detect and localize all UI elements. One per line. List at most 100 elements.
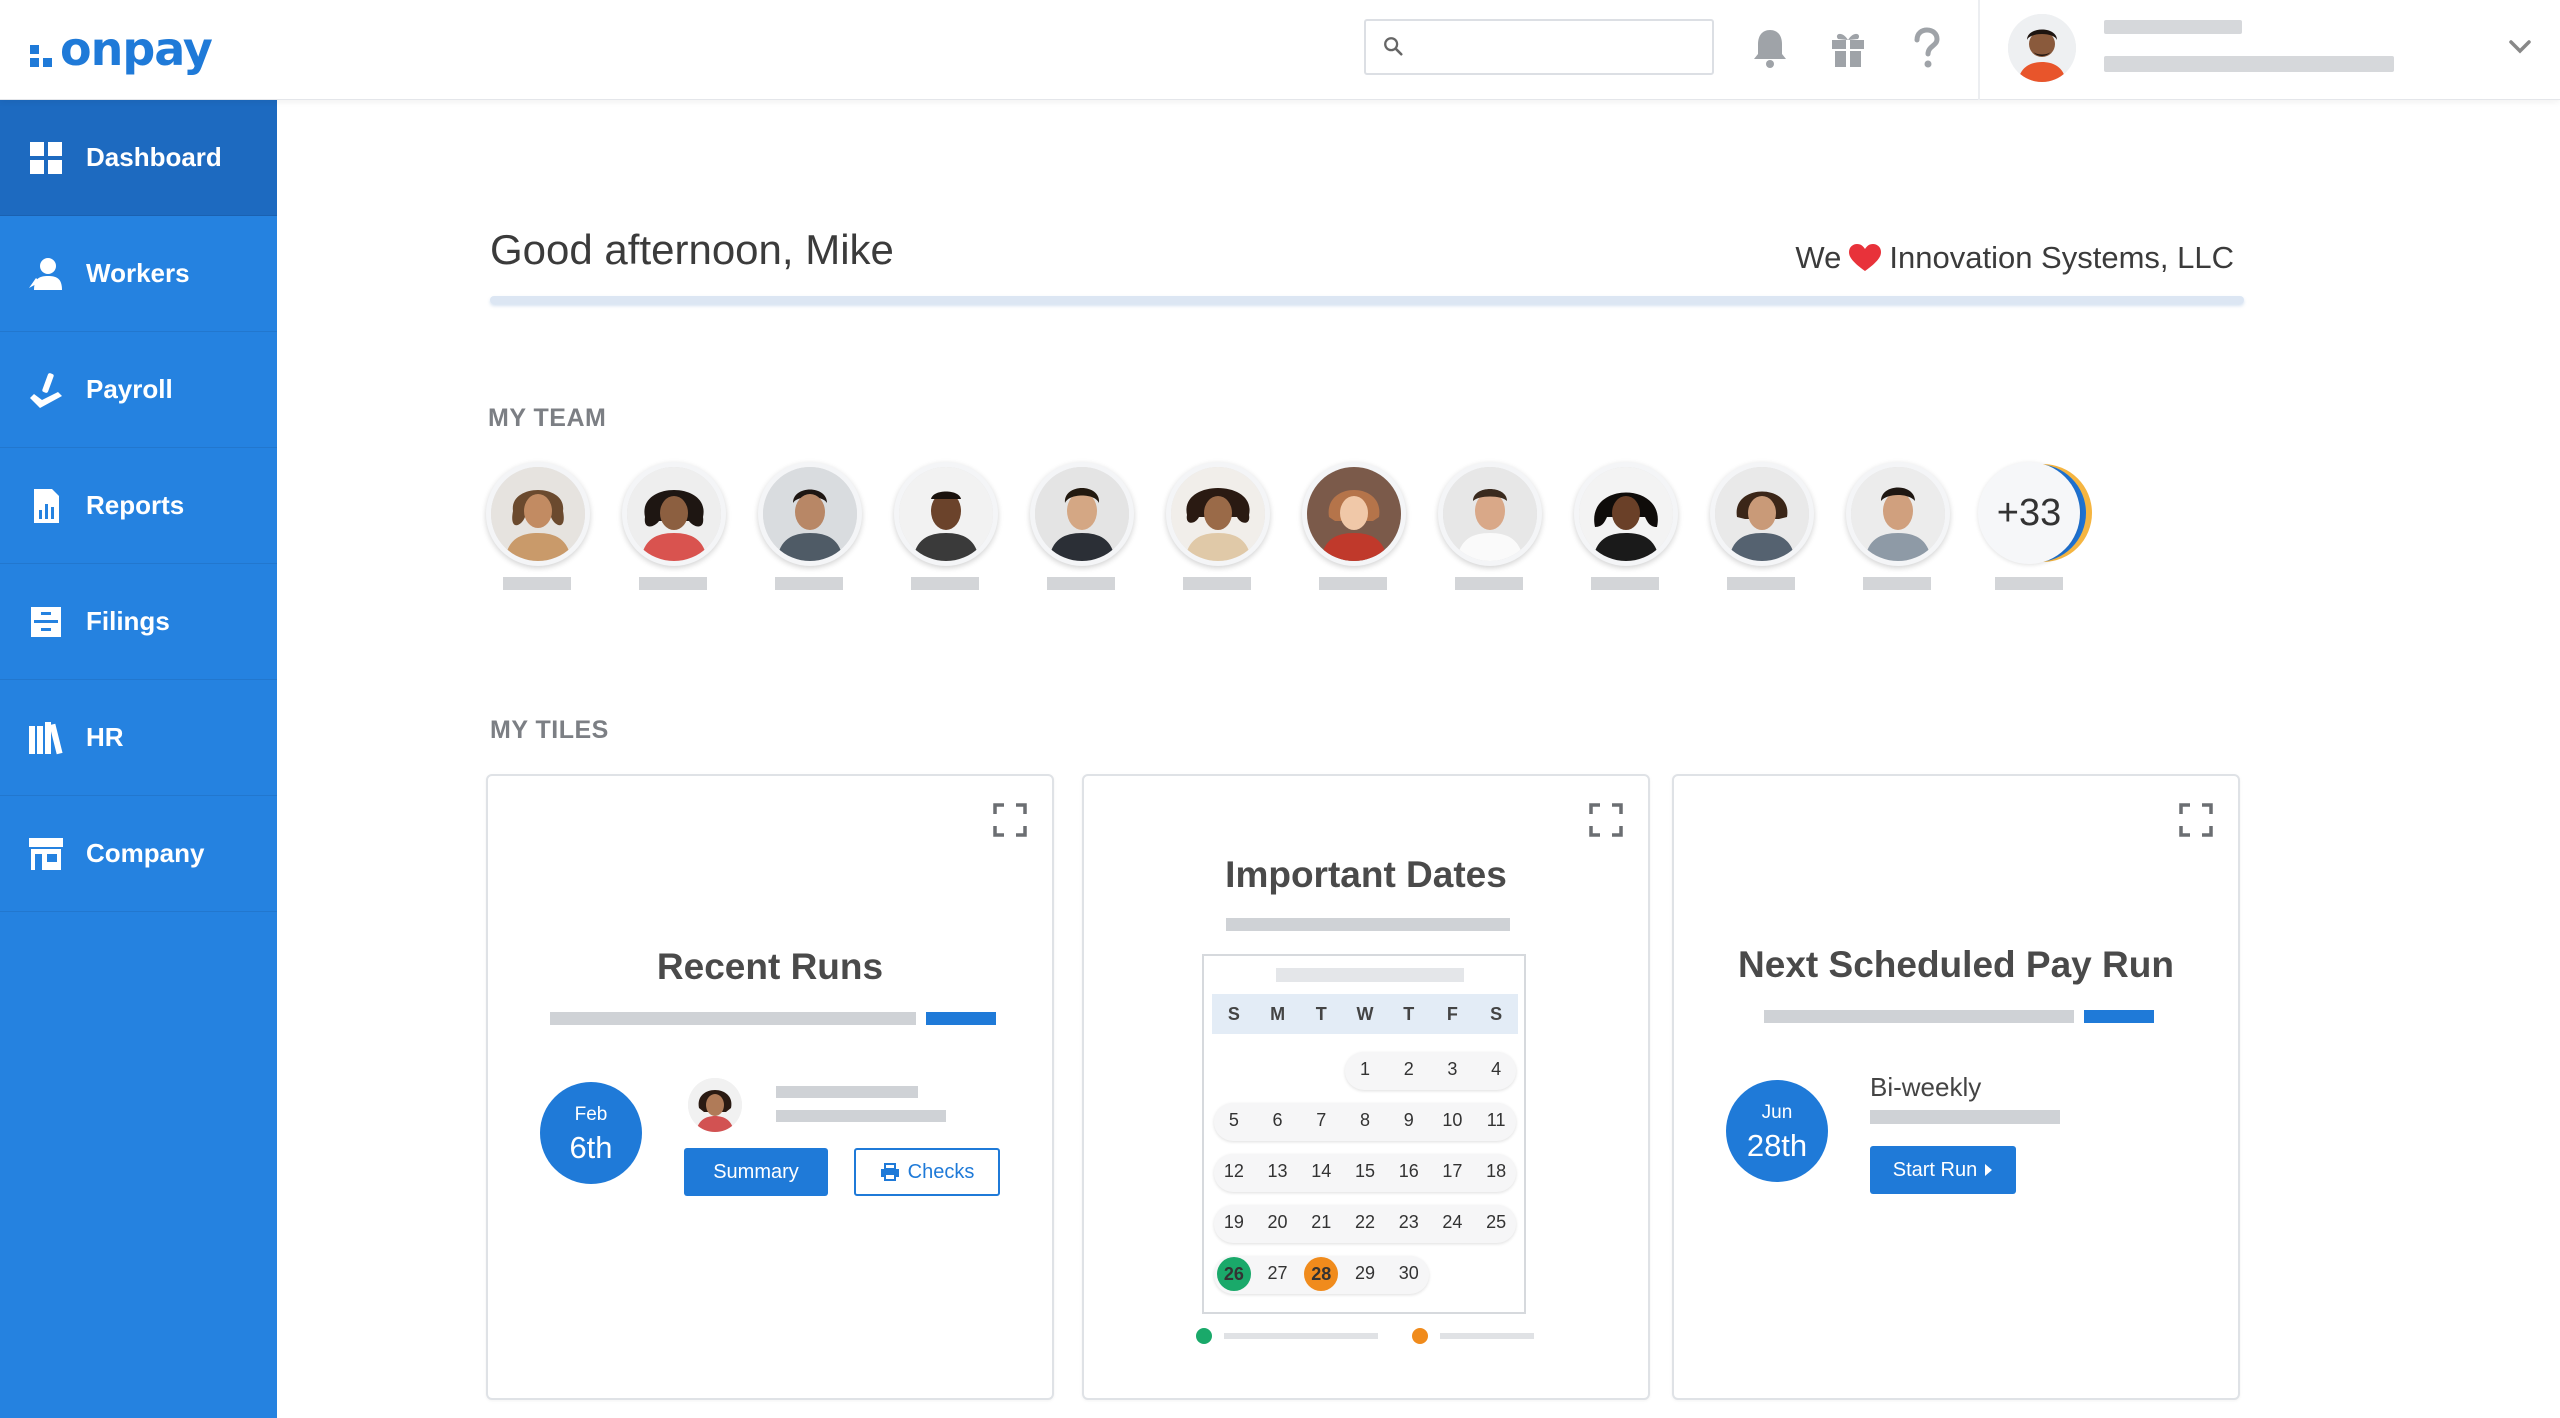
team-member[interactable] bbox=[758, 462, 862, 592]
sidebar-item-reports[interactable]: Reports bbox=[0, 448, 277, 564]
team-member[interactable] bbox=[1574, 462, 1678, 592]
help-icon[interactable] bbox=[1906, 26, 1946, 70]
calendar-day[interactable]: 30 bbox=[1387, 1263, 1431, 1284]
team-member[interactable] bbox=[1710, 462, 1814, 592]
calendar-day[interactable]: 21 bbox=[1299, 1212, 1343, 1233]
calendar-grid: 1 2 3 4 5 6 7 8 9 10 11 12 13 14 15 16 17 18 19 20 21 22 23 24 2… bbox=[1212, 1044, 1518, 1299]
important-dates-tile: Important Dates S M T W T F S 1234567891… bbox=[1082, 774, 1650, 1400]
calendar-day[interactable]: 6 bbox=[1256, 1110, 1300, 1131]
calendar-weekday-header: S M T W T F S bbox=[1212, 994, 1518, 1034]
calendar-day[interactable]: 16 bbox=[1387, 1161, 1431, 1182]
team-member[interactable] bbox=[486, 462, 590, 592]
calendar-day[interactable]: 18 bbox=[1474, 1161, 1518, 1182]
team-member-avatar bbox=[899, 467, 993, 561]
team-member[interactable] bbox=[622, 462, 726, 592]
team-member[interactable] bbox=[1438, 462, 1542, 592]
weekday-label: S bbox=[1490, 1003, 1503, 1024]
chevron-down-icon[interactable] bbox=[2506, 36, 2534, 58]
team-member-name-placeholder bbox=[1863, 577, 1931, 590]
pay-run-detail-placeholder bbox=[1870, 1110, 2060, 1124]
next-pay-run-accent-bar bbox=[2084, 1010, 2154, 1023]
summary-button[interactable]: Summary bbox=[684, 1148, 828, 1196]
sidebar-item-payroll[interactable]: Payroll bbox=[0, 332, 277, 448]
gift-icon[interactable] bbox=[1828, 26, 1868, 70]
legend-green-placeholder bbox=[1224, 1333, 1378, 1339]
user-avatar[interactable] bbox=[2008, 14, 2076, 82]
calendar-day[interactable]: 11 bbox=[1474, 1110, 1518, 1131]
sidebar-item-dashboard[interactable]: Dashboard bbox=[0, 100, 277, 216]
calendar-day[interactable]: 8 bbox=[1343, 1110, 1387, 1131]
calendar-day[interactable]: 12 bbox=[1212, 1161, 1256, 1182]
team-member-avatar bbox=[1035, 467, 1129, 561]
calendar-day[interactable]: 29 bbox=[1343, 1263, 1387, 1284]
sidebar-item-workers[interactable]: Workers bbox=[0, 216, 277, 332]
dashboard-icon bbox=[30, 141, 62, 174]
calendar-day[interactable]: 19 bbox=[1212, 1212, 1256, 1233]
calendar-day[interactable]: 13 bbox=[1256, 1161, 1300, 1182]
team-member[interactable] bbox=[1166, 462, 1270, 592]
user-avatar-portrait-icon bbox=[2008, 14, 2076, 82]
calendar-week-row: 12 13 14 15 16 17 18 bbox=[1212, 1146, 1518, 1197]
recent-run-detail-placeholder bbox=[776, 1110, 946, 1122]
calendar-day[interactable]: 14 bbox=[1299, 1161, 1343, 1182]
sidebar-item-label: Reports bbox=[86, 490, 185, 520]
search-box[interactable] bbox=[1364, 19, 1714, 75]
calendar-day[interactable]: 5 bbox=[1212, 1110, 1256, 1131]
sidebar-item-filings[interactable]: Filings bbox=[0, 564, 277, 680]
payroll-icon bbox=[30, 372, 62, 408]
calendar-day[interactable]: 9 bbox=[1387, 1110, 1431, 1131]
calendar-day[interactable]: 1 bbox=[1343, 1059, 1387, 1080]
calendar-day-highlight-green: 26 bbox=[1216, 1256, 1251, 1291]
reports-icon bbox=[34, 488, 59, 523]
sidebar-item-hr[interactable]: HR bbox=[0, 680, 277, 796]
team-member[interactable] bbox=[1846, 462, 1950, 592]
team-member-avatar bbox=[763, 467, 857, 561]
team-member-name-placeholder bbox=[1455, 577, 1523, 590]
next-pay-run-day: 28th bbox=[1746, 1128, 1808, 1163]
expand-icon[interactable] bbox=[1588, 802, 1624, 838]
calendar-day[interactable]: 7 bbox=[1299, 1110, 1343, 1131]
calendar-day[interactable]: 26 bbox=[1212, 1256, 1256, 1291]
search-input[interactable] bbox=[1416, 31, 1696, 63]
calendar-day[interactable]: 25 bbox=[1474, 1212, 1518, 1233]
recent-runs-title-underline bbox=[550, 1012, 916, 1025]
team-member[interactable] bbox=[1302, 462, 1406, 592]
expand-icon[interactable] bbox=[2178, 802, 2214, 838]
calendar-day[interactable]: 15 bbox=[1343, 1161, 1387, 1182]
sidebar-item-label: HR bbox=[86, 722, 124, 752]
user-company-placeholder bbox=[2104, 56, 2394, 72]
logo-mark-icon bbox=[30, 45, 52, 67]
calendar-day[interactable]: 10 bbox=[1431, 1110, 1475, 1131]
team-member[interactable] bbox=[894, 462, 998, 592]
calendar-day[interactable]: 3 bbox=[1431, 1059, 1475, 1080]
calendar-day[interactable]: 2 bbox=[1387, 1059, 1431, 1080]
calendar-day[interactable]: 22 bbox=[1343, 1212, 1387, 1233]
team-member[interactable] bbox=[1030, 462, 1134, 592]
team-member-avatar bbox=[491, 467, 585, 561]
legend-orange-dot bbox=[1412, 1328, 1428, 1344]
calendar-month-placeholder bbox=[1276, 968, 1464, 982]
sidebar-item-company[interactable]: Company bbox=[0, 796, 277, 912]
team-more-button[interactable]: +33 bbox=[1978, 462, 2092, 592]
calendar-day[interactable]: 24 bbox=[1431, 1212, 1475, 1233]
calendar-day[interactable]: 4 bbox=[1474, 1059, 1518, 1080]
team-member-name-placeholder bbox=[775, 577, 843, 590]
expand-icon[interactable] bbox=[992, 802, 1028, 838]
calendar-day[interactable]: 28 bbox=[1299, 1256, 1343, 1291]
start-run-button[interactable]: Start Run bbox=[1870, 1146, 2016, 1194]
bell-icon[interactable] bbox=[1750, 26, 1790, 70]
onpay-logo[interactable]: onpay bbox=[30, 22, 213, 76]
calendar-day[interactable]: 20 bbox=[1256, 1212, 1300, 1233]
heart-icon bbox=[1849, 244, 1882, 271]
next-pay-run-title-underline bbox=[1764, 1010, 2074, 1023]
calendar-day[interactable]: 23 bbox=[1387, 1212, 1431, 1233]
team-member-name-placeholder bbox=[1183, 577, 1251, 590]
checks-button[interactable]: Checks bbox=[854, 1148, 1000, 1196]
calendar-day[interactable]: 27 bbox=[1256, 1263, 1300, 1284]
start-run-label: Start Run bbox=[1892, 1158, 1978, 1181]
calendar-day[interactable]: 17 bbox=[1431, 1161, 1475, 1182]
next-pay-run-title: Next Scheduled Pay Run bbox=[1738, 944, 2174, 985]
my-tiles-title: MY TILES bbox=[490, 716, 609, 744]
user-name-placeholder bbox=[2104, 20, 2242, 34]
caret-right-icon bbox=[1985, 1164, 1993, 1176]
